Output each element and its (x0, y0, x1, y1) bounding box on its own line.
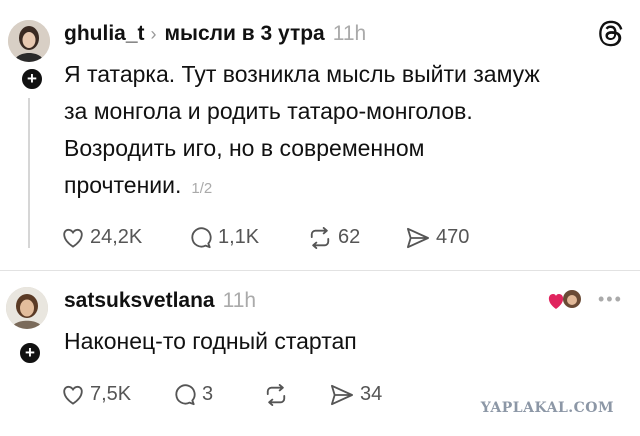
post-text: Наконец-то годный стартап (64, 328, 357, 354)
send-icon (330, 384, 353, 405)
text-line-last: прочтении. 1/2 (64, 167, 634, 207)
text-line: за монгола и родить татаро-монголов. (64, 98, 473, 124)
share-count: 34 (360, 383, 383, 405)
post-text: Я татарка. Тут возникла мысль выйти заму… (64, 56, 634, 207)
share-button[interactable]: 34 (330, 383, 382, 406)
timestamp: 11h (332, 22, 367, 45)
reply-button[interactable]: 3 (174, 383, 264, 406)
heart-icon (63, 385, 83, 405)
like-button[interactable]: 24,2K (62, 226, 190, 249)
liked-by-author-avatar-icon (548, 287, 582, 318)
text-line: прочтении. (64, 172, 182, 198)
share-button[interactable]: 470 (406, 226, 469, 249)
post-header: ghulia_t › мысли в 3 утра 11h (64, 22, 366, 46)
comment-icon (191, 226, 212, 248)
post-1: + ghulia_t › мысли в 3 утра 11h Я татарка. … (0, 0, 640, 270)
topic-tag[interactable]: мысли в 3 утра (165, 22, 325, 45)
repost-icon (310, 226, 330, 249)
post-actions: 24,2K 1,1K 62 470 (62, 226, 469, 249)
text-line: Возродить иго, но в современном (64, 135, 425, 161)
reply-count: 3 (202, 383, 214, 405)
username[interactable]: ghulia_t (64, 22, 145, 45)
thread-line (28, 98, 30, 248)
heart-icon (63, 228, 83, 248)
repost-icon (266, 383, 286, 406)
send-icon (406, 227, 429, 248)
watermark: YAPLAKAL.COM (480, 400, 614, 416)
threads-logo-icon[interactable] (598, 20, 626, 53)
post-actions: 7,5K 3 34 (62, 383, 382, 406)
avatar[interactable] (8, 20, 50, 62)
repost-button[interactable] (264, 383, 330, 406)
reply-button[interactable]: 1,1K (190, 226, 308, 249)
reply-count: 1,1K (218, 226, 260, 248)
follow-plus-button[interactable]: + (18, 341, 42, 365)
comment-icon (175, 383, 196, 405)
like-count: 24,2K (90, 226, 143, 248)
follow-plus-button[interactable]: + (20, 67, 44, 91)
like-button[interactable]: 7,5K (62, 383, 174, 406)
more-icon[interactable]: ••• (598, 289, 623, 310)
chevron-right-icon: › (150, 24, 157, 44)
repost-count: 62 (338, 226, 361, 248)
page-indicator: 1/2 (191, 180, 213, 197)
like-count: 7,5K (90, 383, 132, 405)
post-header: satsuksvetlana 11h (64, 289, 256, 313)
repost-button[interactable]: 62 (308, 226, 406, 249)
timestamp: 11h (222, 289, 257, 312)
avatar[interactable] (6, 287, 48, 329)
share-count: 470 (436, 226, 470, 248)
text-line: Я татарка. Тут возникла мысль выйти заму… (64, 61, 540, 87)
username[interactable]: satsuksvetlana (64, 289, 215, 312)
